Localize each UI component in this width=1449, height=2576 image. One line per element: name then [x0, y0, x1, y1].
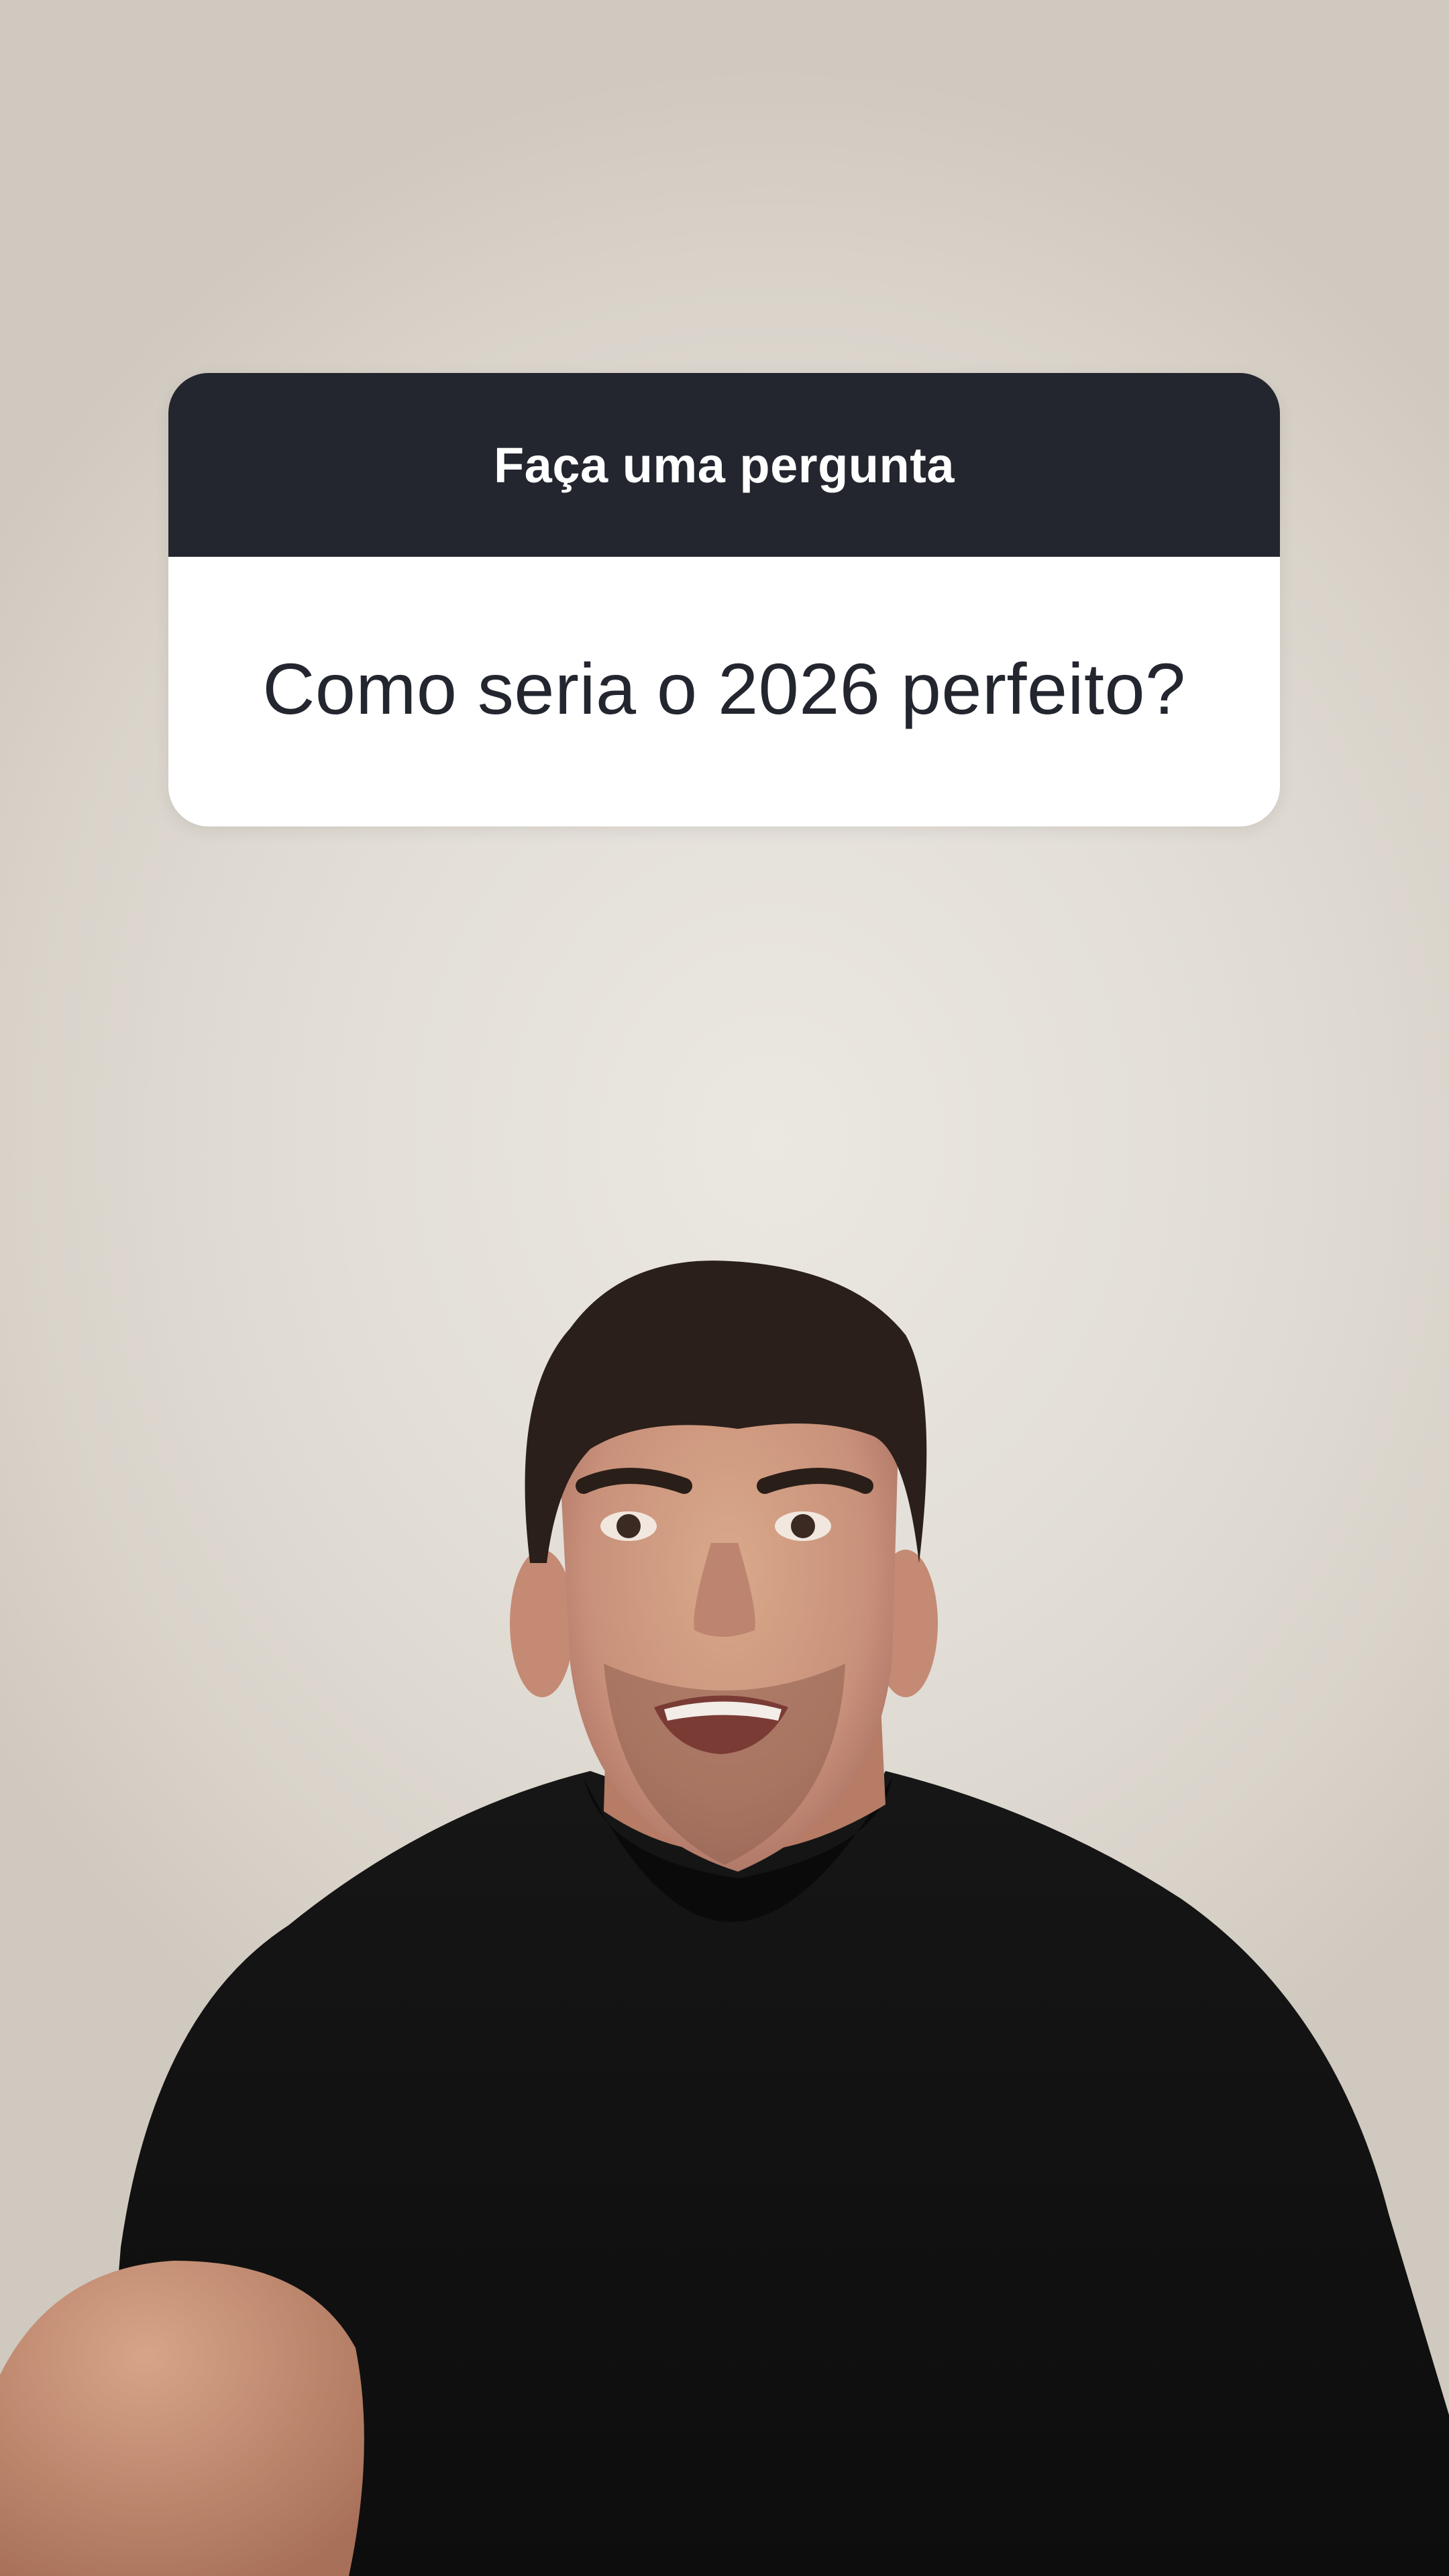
question-sticker-header-label: Faça uma pergunta [493, 437, 955, 493]
left-ear [510, 1550, 574, 1697]
story-frame: Faça uma pergunta Como seria o 2026 perf… [0, 0, 1449, 2576]
question-sticker[interactable]: Faça uma pergunta Como seria o 2026 perf… [168, 373, 1280, 826]
question-sticker-body: Como seria o 2026 perfeito? [168, 557, 1280, 826]
question-sticker-text: Como seria o 2026 perfeito? [262, 647, 1186, 729]
question-sticker-header: Faça uma pergunta [168, 373, 1280, 557]
arm-shape [0, 2261, 364, 2576]
